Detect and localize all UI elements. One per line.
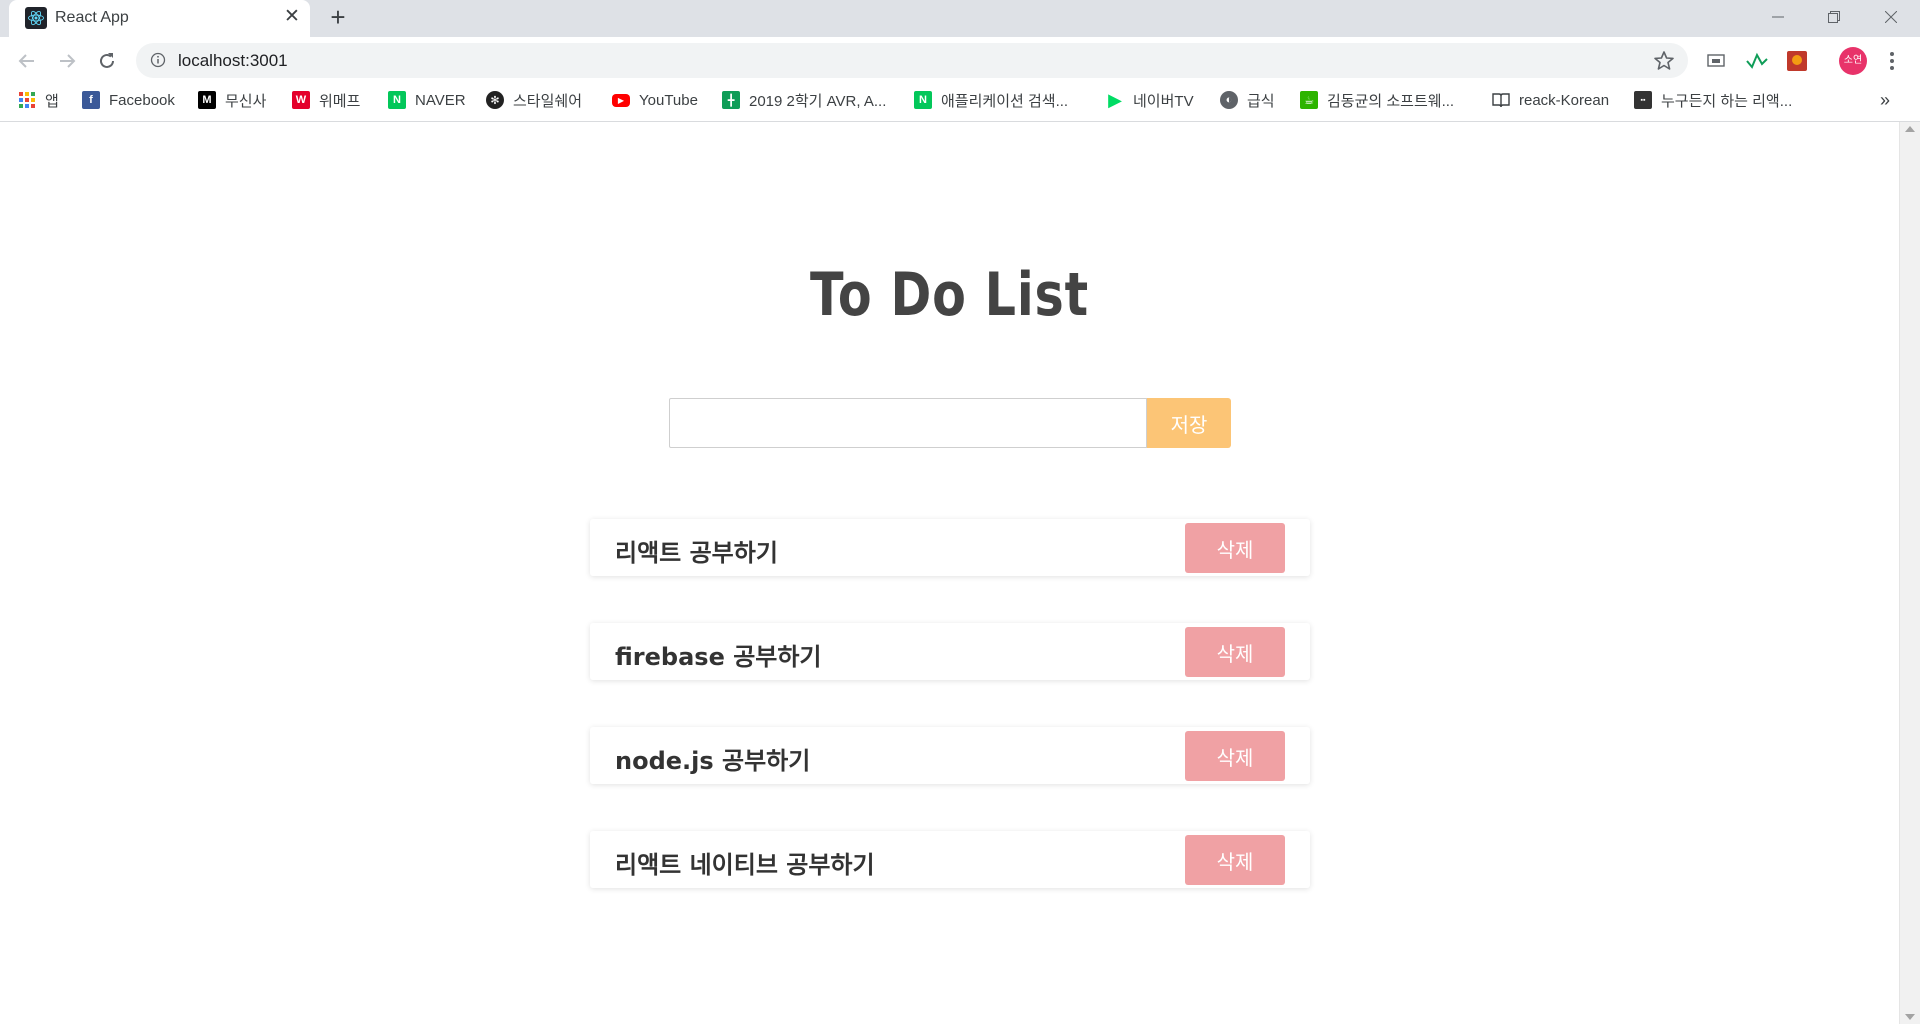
browser-toolbar: localhost:3001 소연 bbox=[0, 37, 1920, 84]
bookmark-react-for-everyone[interactable]: ▪▪ 누구든지 하는 리액... bbox=[1634, 84, 1792, 116]
bookmark-label: 무신사 bbox=[225, 92, 267, 110]
bookmark-styleshare[interactable]: ✻ 스타일쉐어 bbox=[486, 84, 582, 116]
bookmark-wemakeprice[interactable]: W 위메프 bbox=[292, 84, 360, 116]
bookmark-star-icon[interactable] bbox=[1652, 49, 1676, 73]
bookmark-label: 애플리케이션 검색... bbox=[941, 92, 1069, 110]
new-tab-button[interactable]: + bbox=[325, 4, 351, 31]
bookmark-label: 누구든지 하는 리액... bbox=[1661, 92, 1793, 110]
site-icon: ▪▪ bbox=[1634, 91, 1652, 109]
bookmarks-bar: 앱 f Facebook M 무신사 W 위메프 N NAVER ✻ 스타일쉐어… bbox=[0, 84, 1920, 122]
tab-title: React App bbox=[55, 9, 129, 26]
youtube-icon: ▶ bbox=[612, 93, 630, 107]
bookmark-app-search[interactable]: N 애플리케이션 검색... bbox=[914, 84, 1068, 116]
book-icon bbox=[1492, 91, 1510, 109]
bookmark-label: 2019 2학기 AVR, A... bbox=[749, 92, 887, 110]
naver-icon: N bbox=[914, 91, 932, 109]
pulse-extension-icon[interactable] bbox=[1745, 49, 1769, 73]
scroll-up-arrow-icon[interactable] bbox=[1905, 126, 1915, 132]
facebook-icon: f bbox=[82, 91, 100, 109]
bookmark-label: 위메프 bbox=[319, 92, 361, 110]
bookmark-software-blog[interactable]: ☕ 김동균의 소프트웨... bbox=[1300, 84, 1454, 116]
url-text: localhost:3001 bbox=[178, 51, 288, 70]
styleshare-icon: ✻ bbox=[486, 91, 504, 109]
blog-icon: ☕ bbox=[1300, 91, 1318, 109]
close-window-button[interactable] bbox=[1868, 2, 1914, 32]
save-button[interactable]: 저장 bbox=[1147, 398, 1231, 448]
bookmark-musinsa[interactable]: M 무신사 bbox=[198, 84, 266, 116]
todo-text: firebase 공부하기 bbox=[615, 643, 822, 671]
bookmark-label: 김동균의 소프트웨... bbox=[1327, 92, 1455, 110]
profile-avatar[interactable]: 소연 bbox=[1839, 47, 1867, 75]
address-bar[interactable]: localhost:3001 bbox=[136, 43, 1688, 78]
todo-item: 리액트 네이티브 공부하기 삭제 bbox=[590, 831, 1310, 888]
todo-item: node.js 공부하기 삭제 bbox=[590, 727, 1310, 784]
bookmark-label: 앱 bbox=[45, 92, 59, 110]
apps-grid-icon bbox=[18, 91, 36, 109]
react-logo-icon bbox=[25, 7, 47, 29]
navertv-icon: ▶ bbox=[1108, 89, 1122, 110]
sheets-icon: ╋ bbox=[722, 91, 740, 109]
tab-strip: React App ✕ + bbox=[0, 0, 1920, 37]
bookmark-naver[interactable]: N NAVER bbox=[388, 84, 466, 116]
bookmark-label: Facebook bbox=[109, 91, 175, 109]
delete-button[interactable]: 삭제 bbox=[1185, 731, 1285, 781]
page-content: To Do List 저장 리액트 공부하기 삭제 firebase 공부하기 … bbox=[0, 122, 1899, 1024]
bookmark-facebook[interactable]: f Facebook bbox=[82, 84, 175, 116]
bookmark-apps[interactable]: 앱 bbox=[18, 84, 59, 116]
todo-text: 리액트 공부하기 bbox=[615, 539, 778, 567]
reload-button[interactable] bbox=[92, 46, 122, 76]
bookmark-meal[interactable]: ◐ 급식 bbox=[1220, 84, 1275, 116]
tab-close-icon[interactable]: ✕ bbox=[281, 6, 303, 28]
browser-tab[interactable]: React App ✕ bbox=[9, 0, 310, 37]
bookmark-navertv[interactable]: ▶ 네이버TV bbox=[1106, 84, 1194, 116]
todo-form: 저장 bbox=[669, 398, 1231, 448]
todo-text: node.js 공부하기 bbox=[615, 747, 811, 775]
bookmark-label: 네이버TV bbox=[1133, 92, 1194, 110]
todo-list: 리액트 공부하기 삭제 firebase 공부하기 삭제 node.js 공부하… bbox=[590, 519, 1310, 935]
restore-window-button[interactable] bbox=[1811, 2, 1857, 32]
game-extension-icon[interactable] bbox=[1785, 49, 1809, 73]
todo-item: 리액트 공부하기 삭제 bbox=[590, 519, 1310, 576]
delete-button[interactable]: 삭제 bbox=[1185, 523, 1285, 573]
forward-button[interactable] bbox=[52, 46, 82, 76]
bookmark-label: 급식 bbox=[1247, 92, 1275, 110]
delete-button[interactable]: 삭제 bbox=[1185, 627, 1285, 677]
bookmark-label: reack-Korean bbox=[1519, 91, 1610, 109]
site-info-icon[interactable] bbox=[150, 52, 166, 68]
bookmark-label: 스타일쉐어 bbox=[513, 92, 583, 110]
scroll-down-arrow-icon[interactable] bbox=[1905, 1014, 1915, 1020]
musinsa-icon: M bbox=[198, 91, 216, 109]
todo-text: 리액트 네이티브 공부하기 bbox=[615, 851, 875, 879]
bookmark-sheet[interactable]: ╋ 2019 2학기 AVR, A... bbox=[722, 84, 886, 116]
bookmark-youtube[interactable]: ▶ YouTube bbox=[612, 84, 698, 116]
naver-icon: N bbox=[388, 91, 406, 109]
bookmark-label: YouTube bbox=[639, 91, 698, 109]
bookmark-label: NAVER bbox=[415, 91, 466, 109]
cast-extension-icon[interactable] bbox=[1704, 49, 1728, 73]
browser-menu-icon[interactable] bbox=[1880, 49, 1904, 73]
more-bookmarks-button[interactable]: » bbox=[1880, 90, 1890, 111]
page-scrollbar[interactable] bbox=[1899, 122, 1920, 1024]
todo-input[interactable] bbox=[669, 398, 1147, 448]
globe-icon: ◐ bbox=[1220, 91, 1238, 109]
delete-button[interactable]: 삭제 bbox=[1185, 835, 1285, 885]
wemakeprice-icon: W bbox=[292, 91, 310, 109]
back-button[interactable] bbox=[12, 46, 42, 76]
bookmark-react-korean[interactable]: reack-Korean bbox=[1492, 84, 1609, 116]
app-title: To Do List bbox=[810, 260, 1089, 330]
minimize-window-button[interactable] bbox=[1755, 2, 1801, 32]
todo-item: firebase 공부하기 삭제 bbox=[590, 623, 1310, 680]
